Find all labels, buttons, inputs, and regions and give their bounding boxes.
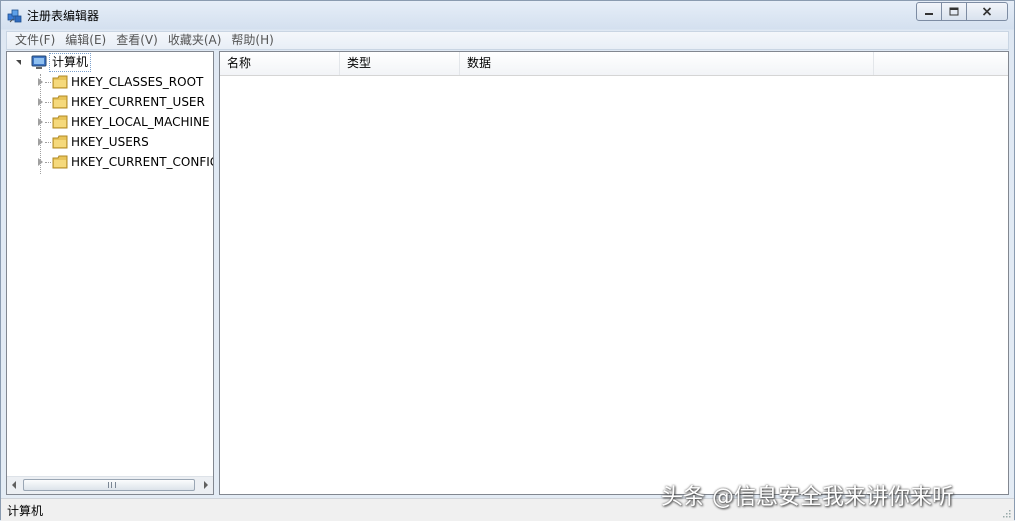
expand-arrow-icon[interactable] <box>38 138 43 146</box>
tree-node-hkey-users[interactable]: HKEY_USERS <box>36 133 213 152</box>
tree-node-hkey-local-machine[interactable]: HKEY_LOCAL_MACHINE <box>36 113 213 132</box>
status-path: 计算机 <box>7 504 44 518</box>
title-bar[interactable]: 注册表编辑器 <box>1 1 1014 29</box>
menu-view[interactable]: 查看(V) <box>111 32 163 49</box>
caption-buttons <box>916 2 1008 21</box>
watermark-text: 头条 @信息安全我来讲你来听 <box>661 485 954 510</box>
folder-icon <box>52 115 68 129</box>
tree-horizontal-scrollbar[interactable] <box>7 476 213 494</box>
scrollbar-thumb[interactable] <box>23 479 195 491</box>
expand-arrow-icon[interactable] <box>38 78 43 86</box>
maximize-button[interactable] <box>942 2 967 21</box>
menu-edit[interactable]: 编辑(E) <box>60 32 111 49</box>
window-title: 注册表编辑器 <box>27 9 100 23</box>
computer-icon <box>31 55 47 69</box>
scroll-left-arrow-icon[interactable] <box>12 481 16 489</box>
expand-arrow-icon[interactable] <box>38 98 43 106</box>
folder-icon <box>52 135 68 149</box>
collapse-arrow-icon[interactable] <box>16 60 21 65</box>
folder-icon <box>52 155 68 169</box>
scroll-right-arrow-icon[interactable] <box>204 481 208 489</box>
tree-node-label: HKEY_CURRENT_USER <box>71 95 205 109</box>
grip-icon <box>108 482 116 488</box>
tree-node-hkey-current-user[interactable]: HKEY_CURRENT_USER <box>36 93 213 112</box>
resize-grip-icon[interactable] <box>1001 508 1011 518</box>
menu-file[interactable]: 文件(F) <box>10 32 60 49</box>
list-header: 名称 类型 数据 <box>220 52 1008 76</box>
tree-node-label: HKEY_USERS <box>71 135 149 149</box>
expand-arrow-icon[interactable] <box>38 118 43 126</box>
column-header-name[interactable]: 名称 <box>220 52 340 75</box>
menu-favorites[interactable]: 收藏夹(A) <box>163 32 227 49</box>
maximize-icon <box>949 7 959 16</box>
menu-help[interactable]: 帮助(H) <box>226 32 278 49</box>
tree-node-label: HKEY_CLASSES_ROOT <box>71 75 204 89</box>
tree-node-hkey-current-config[interactable]: HKEY_CURRENT_CONFIG <box>36 153 214 172</box>
value-list-pane[interactable]: 名称 类型 数据 <box>219 51 1009 495</box>
expand-arrow-icon[interactable] <box>38 158 43 166</box>
folder-icon <box>52 95 68 109</box>
tree-node-label: HKEY_LOCAL_MACHINE <box>71 115 210 129</box>
tree-node-label: HKEY_CURRENT_CONFIG <box>71 155 214 169</box>
folder-icon <box>52 75 68 89</box>
minimize-button[interactable] <box>916 2 942 21</box>
tree-node-label: 计算机 <box>49 53 92 72</box>
registry-editor-window: 注册表编辑器 文件(F) 编辑(E) 查看(V) 收藏夹(A) 帮助(H) 计算… <box>0 0 1015 521</box>
minimize-icon <box>925 12 933 15</box>
close-icon <box>982 7 992 16</box>
key-tree-pane[interactable]: 计算机 HKEY_CLASSES_ROOT HKEY_CURRENT_USER … <box>6 51 214 495</box>
close-button[interactable] <box>967 2 1008 21</box>
menu-bar: 文件(F) 编辑(E) 查看(V) 收藏夹(A) 帮助(H) <box>6 31 1009 50</box>
registry-editor-icon <box>7 9 22 23</box>
column-header-data[interactable]: 数据 <box>460 52 874 75</box>
tree-node-hkey-classes-root[interactable]: HKEY_CLASSES_ROOT <box>36 73 213 92</box>
column-header-type[interactable]: 类型 <box>340 52 460 75</box>
tree-node-computer[interactable]: 计算机 <box>15 53 205 72</box>
